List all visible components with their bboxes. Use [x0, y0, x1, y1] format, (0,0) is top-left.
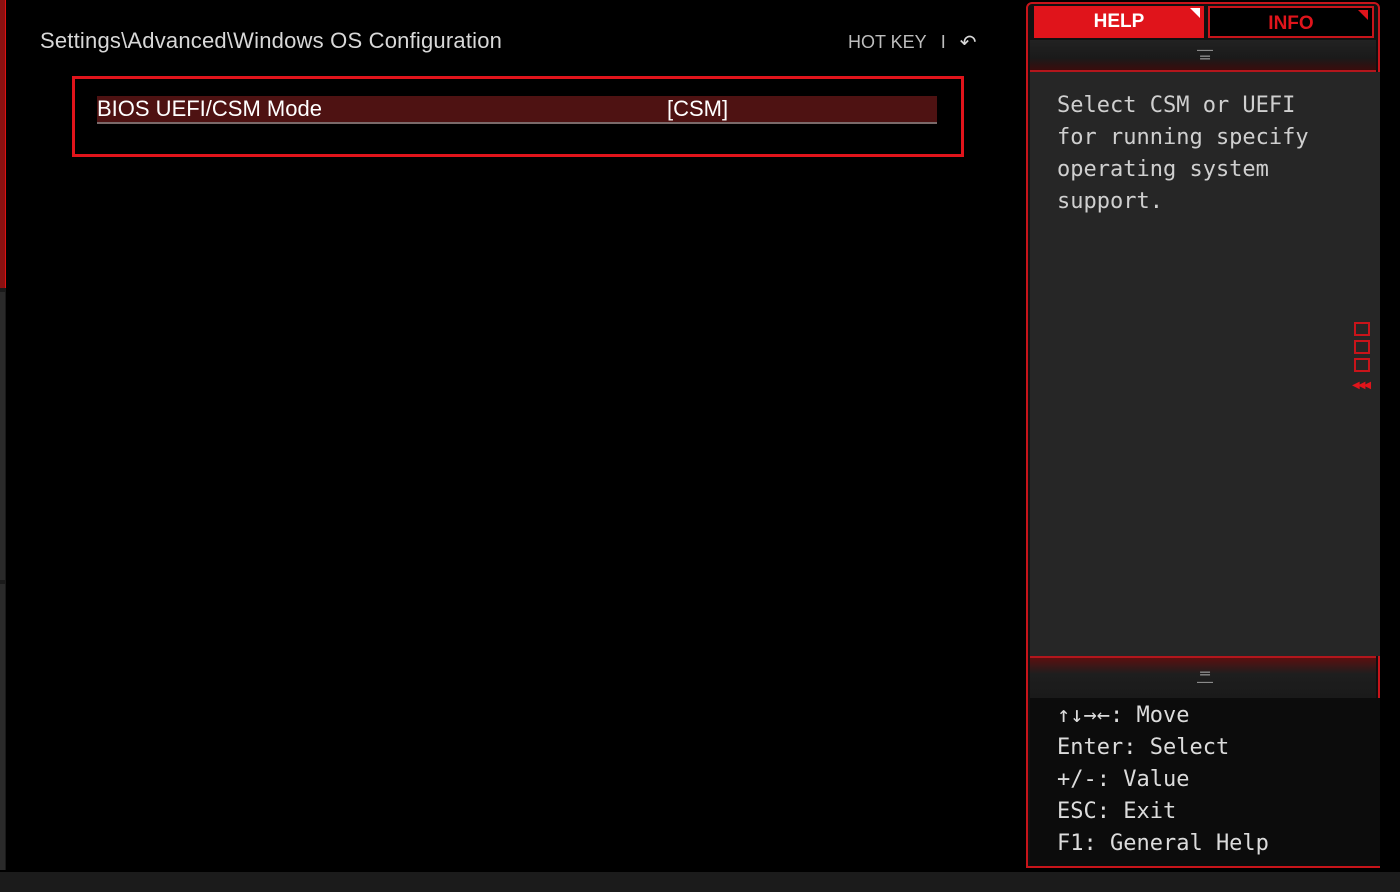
panel-toggle-icon[interactable]: ◀◀◀ — [1352, 322, 1376, 396]
help-scroll-up[interactable]: ― ═ — [1030, 40, 1376, 72]
collapse-arrows-icon: ◀◀◀ — [1352, 380, 1371, 391]
undo-arrow-icon[interactable]: ↶ — [960, 30, 977, 55]
key-legend-select: Enter: Select — [1057, 735, 1230, 760]
option-row-bios-mode[interactable]: BIOS UEFI/CSM Mode [CSM] — [97, 96, 937, 124]
tab-info[interactable]: INFO — [1208, 6, 1374, 38]
option-value[interactable]: [CSM] — [667, 96, 728, 122]
help-scroll-down[interactable]: ═ ― — [1030, 656, 1376, 698]
edge-segment[interactable] — [0, 584, 5, 870]
panel-tabs: HELP INFO — [1034, 6, 1374, 38]
help-content: Select CSM or UEFI for running specify o… — [1030, 72, 1380, 656]
hotkey-area: HOT KEY I ↶ — [848, 30, 976, 55]
key-legend-exit: ESC: Exit — [1057, 799, 1177, 824]
left-edge-bar — [0, 0, 6, 870]
key-legend: ↑↓→←: Move Enter: Select +/-: Value ESC:… — [1030, 698, 1380, 866]
help-text: Select CSM or UEFI for running specify o… — [1057, 93, 1309, 214]
grip-down-icon: ═ ― — [1197, 664, 1213, 691]
bios-screen: Settings\Advanced\Windows OS Configurati… — [0, 0, 1400, 892]
option-label: BIOS UEFI/CSM Mode — [97, 96, 322, 121]
handle-square — [1354, 340, 1370, 354]
key-legend-move: ↑↓→←: Move — [1057, 703, 1190, 728]
tab-info-label: INFO — [1268, 13, 1314, 34]
hotkey-label[interactable]: HOT KEY — [848, 32, 927, 53]
edge-segment-active[interactable] — [0, 0, 6, 288]
handle-square — [1354, 358, 1370, 372]
tab-help[interactable]: HELP — [1034, 6, 1204, 38]
grip-up-icon: ― ═ — [1197, 40, 1213, 67]
tab-help-label: HELP — [1093, 11, 1145, 32]
breadcrumb: Settings\Advanced\Windows OS Configurati… — [40, 28, 503, 53]
hotkey-separator: I — [940, 32, 946, 52]
edge-segment[interactable] — [0, 292, 5, 580]
key-legend-value: +/-: Value — [1057, 767, 1190, 792]
key-legend-help: F1: General Help — [1057, 831, 1269, 856]
bottom-strip — [0, 872, 1400, 892]
tab-corner-icon — [1190, 8, 1200, 18]
tab-corner-icon — [1358, 10, 1368, 20]
handle-square — [1354, 322, 1370, 336]
